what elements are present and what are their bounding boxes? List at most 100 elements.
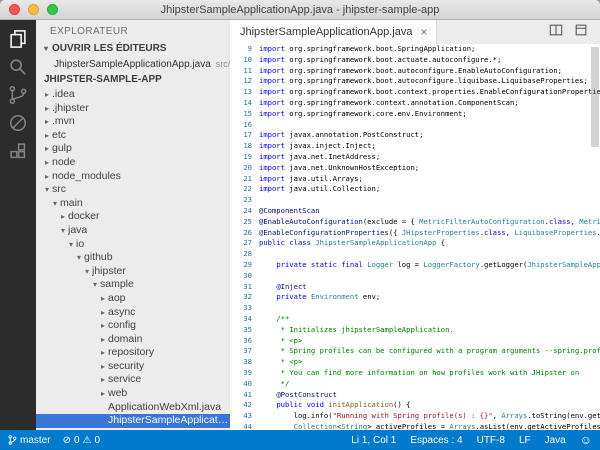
chevron-collapsed-icon[interactable]: ▸ (98, 306, 108, 320)
chevron-collapsed-icon[interactable]: ▸ (58, 210, 68, 224)
chevron-collapsed-icon[interactable]: ▸ (42, 142, 52, 156)
code-line-34[interactable]: 34 /** (230, 314, 600, 325)
tree-item-security[interactable]: ▸security (36, 360, 230, 374)
chevron-expanded-icon[interactable]: ▾ (42, 183, 52, 197)
tree-item-java[interactable]: ▾java (36, 224, 230, 238)
chevron-expanded-icon[interactable]: ▾ (82, 265, 92, 279)
code-line-11[interactable]: 11import org.springframework.boot.autoco… (230, 66, 600, 77)
code-line-31[interactable]: 31 @Inject (230, 282, 600, 293)
chevron-collapsed-icon[interactable]: ▸ (98, 387, 108, 401)
project-section-header[interactable]: JHIPSTER-SAMPLE-APP (36, 72, 230, 88)
tree-item-service[interactable]: ▸service (36, 373, 230, 387)
chevron-collapsed-icon[interactable]: ▸ (98, 319, 108, 333)
cursor-position[interactable]: Li 1, Col 1 (351, 435, 396, 446)
editor-scrollbar[interactable] (590, 44, 600, 430)
tree-item-.jhipster[interactable]: ▸.jhipster (36, 102, 230, 116)
tree-item-jhipster[interactable]: ▾jhipster (36, 265, 230, 279)
chevron-expanded-icon[interactable]: ▾ (58, 224, 68, 238)
close-window-button[interactable] (9, 4, 20, 15)
minimize-window-button[interactable] (28, 4, 39, 15)
code-line-37[interactable]: 37 * Spring profiles can be configured w… (230, 346, 600, 357)
layout-icon[interactable] (574, 23, 588, 42)
close-tab-icon[interactable]: × (420, 26, 427, 38)
tree-item-JhipsterSampleApplicationApp.java[interactable]: JhipsterSampleApplicationApp.java (36, 414, 230, 428)
chevron-collapsed-icon[interactable]: ▸ (42, 115, 52, 129)
git-branch-indicator[interactable]: master (8, 434, 51, 446)
code-editor[interactable]: 9import org.springframework.boot.SpringA… (230, 44, 600, 430)
chevron-expanded-icon[interactable]: ▾ (50, 197, 60, 211)
code-line-39[interactable]: 39 * You can find more information on ho… (230, 368, 600, 379)
code-line-42[interactable]: 42 public void initApplication() { (230, 400, 600, 411)
activity-explorer-button[interactable] (0, 25, 36, 53)
code-line-16[interactable]: 16 (230, 120, 600, 131)
tree-item-repository[interactable]: ▸repository (36, 346, 230, 360)
tree-item-node[interactable]: ▸node (36, 156, 230, 170)
code-line-20[interactable]: 20import java.net.UnknownHostException; (230, 163, 600, 174)
code-line-43[interactable]: 43 log.info("Running with Spring profile… (230, 411, 600, 422)
encoding[interactable]: UTF-8 (477, 435, 505, 446)
chevron-collapsed-icon[interactable]: ▸ (98, 360, 108, 374)
chevron-collapsed-icon[interactable]: ▸ (42, 88, 52, 102)
chevron-collapsed-icon[interactable]: ▸ (42, 170, 52, 184)
code-line-12[interactable]: 12import org.springframework.boot.autoco… (230, 76, 600, 87)
code-line-17[interactable]: 17import javax.annotation.PostConstruct; (230, 130, 600, 141)
chevron-collapsed-icon[interactable]: ▸ (42, 129, 52, 143)
tree-item-sample[interactable]: ▾sample (36, 278, 230, 292)
code-line-25[interactable]: 25@EnableAutoConfiguration(exclude = { M… (230, 217, 600, 228)
open-editors-header[interactable]: ▾OUVRIR LES ÉDITEURS (36, 41, 230, 57)
tree-item-docker[interactable]: ▸docker (36, 210, 230, 224)
code-line-35[interactable]: 35 * Initializes jhipsterSampleApplicati… (230, 325, 600, 336)
split-editor-icon[interactable] (549, 23, 563, 42)
tab-active[interactable]: JhipsterSampleApplicationApp.java × (230, 20, 437, 44)
code-line-24[interactable]: 24@ComponentScan (230, 206, 600, 217)
code-line-27[interactable]: 27public class JhipsterSampleApplication… (230, 238, 600, 249)
chevron-expanded-icon[interactable]: ▾ (90, 278, 100, 292)
activity-search-button[interactable] (0, 53, 36, 81)
tree-item-node_modules[interactable]: ▸node_modules (36, 170, 230, 184)
code-line-40[interactable]: 40 */ (230, 379, 600, 390)
language-mode[interactable]: Java (545, 435, 566, 446)
chevron-expanded-icon[interactable]: ▾ (74, 251, 84, 265)
problems-indicator[interactable]: ⊘ 0 ⚠ 0 (63, 435, 100, 446)
indentation[interactable]: Espaces : 4 (410, 435, 462, 446)
code-line-13[interactable]: 13import org.springframework.boot.contex… (230, 87, 600, 98)
chevron-collapsed-icon[interactable]: ▸ (42, 102, 52, 116)
code-line-9[interactable]: 9import org.springframework.boot.SpringA… (230, 44, 600, 55)
tree-item-web[interactable]: ▸web (36, 387, 230, 401)
activity-extensions-button[interactable] (0, 137, 36, 165)
tree-item-aop[interactable]: ▸aop (36, 292, 230, 306)
code-line-15[interactable]: 15import org.springframework.core.env.En… (230, 109, 600, 120)
code-line-44[interactable]: 44 Collection<String> activeProfiles = A… (230, 422, 600, 430)
code-line-14[interactable]: 14import org.springframework.context.ann… (230, 98, 600, 109)
code-line-18[interactable]: 18import javax.inject.Inject; (230, 141, 600, 152)
tree-item-ApplicationWebXml.java[interactable]: ApplicationWebXml.java (36, 401, 230, 415)
tree-item-gulp[interactable]: ▸gulp (36, 142, 230, 156)
chevron-collapsed-icon[interactable]: ▸ (98, 333, 108, 347)
tree-item-main[interactable]: ▾main (36, 197, 230, 211)
code-line-32[interactable]: 32 private Environment env; (230, 292, 600, 303)
code-line-10[interactable]: 10import org.springframework.boot.actuat… (230, 55, 600, 66)
code-line-36[interactable]: 36 * <p> (230, 336, 600, 347)
chevron-collapsed-icon[interactable]: ▸ (98, 346, 108, 360)
chevron-expanded-icon[interactable]: ▾ (66, 238, 76, 252)
activity-source-control-button[interactable] (0, 81, 36, 109)
code-line-41[interactable]: 41 @PostConstruct (230, 390, 600, 401)
chevron-collapsed-icon[interactable]: ▸ (98, 373, 108, 387)
tree-item-io[interactable]: ▾io (36, 238, 230, 252)
code-line-21[interactable]: 21import java.util.Arrays; (230, 174, 600, 185)
code-line-33[interactable]: 33 (230, 303, 600, 314)
chevron-collapsed-icon[interactable]: ▸ (98, 292, 108, 306)
tree-item-src[interactable]: ▾src (36, 183, 230, 197)
zoom-window-button[interactable] (47, 4, 58, 15)
tree-item-domain[interactable]: ▸domain (36, 333, 230, 347)
code-line-19[interactable]: 19import java.net.InetAddress; (230, 152, 600, 163)
tree-item-etc[interactable]: ▸etc (36, 129, 230, 143)
tree-item-.mvn[interactable]: ▸.mvn (36, 115, 230, 129)
open-editor-item[interactable]: JhipsterSampleApplicationApp.javasrc/m..… (36, 57, 230, 72)
tree-item-github[interactable]: ▾github (36, 251, 230, 265)
chevron-collapsed-icon[interactable]: ▸ (42, 156, 52, 170)
code-line-38[interactable]: 38 * <p> (230, 357, 600, 368)
tree-item-async[interactable]: ▸async (36, 306, 230, 320)
scrollbar-thumb[interactable] (591, 47, 599, 147)
code-line-30[interactable]: 30 (230, 271, 600, 282)
